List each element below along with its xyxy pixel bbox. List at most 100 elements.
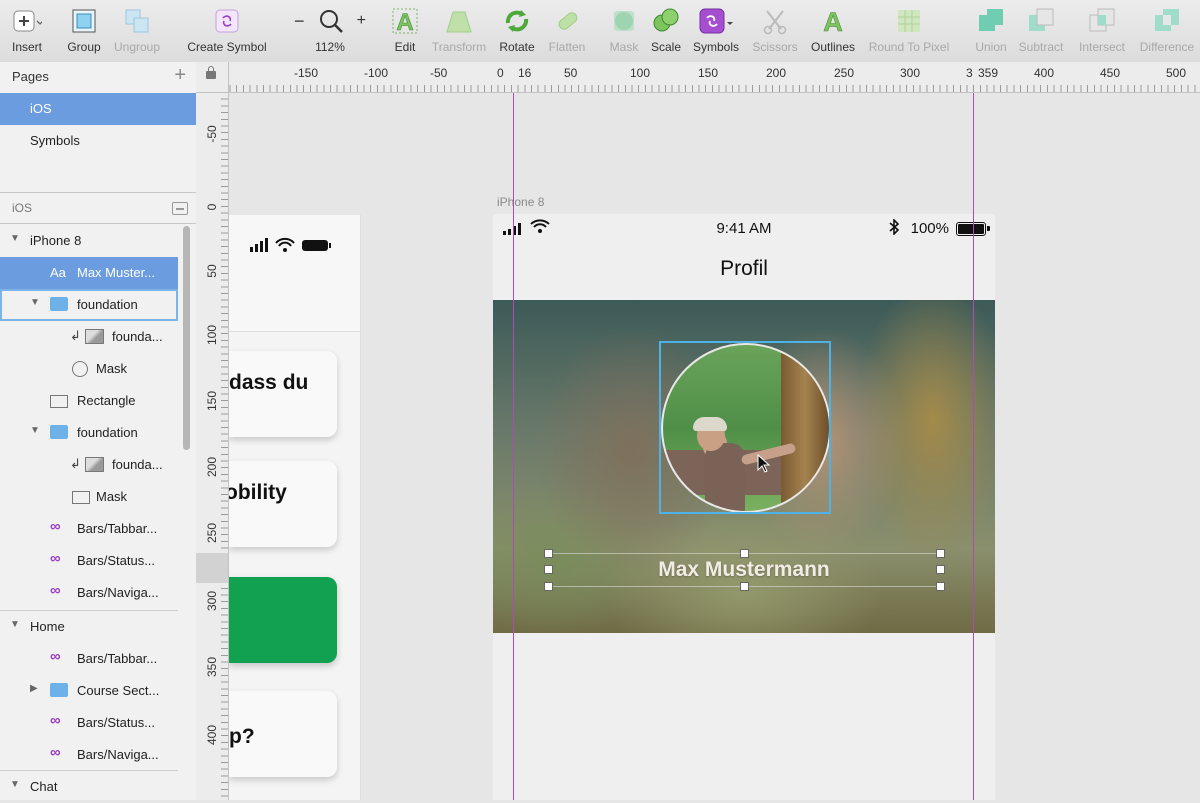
course-card[interactable]: dass du	[229, 351, 337, 437]
artboard-home-partial[interactable]: dass du obility p?	[229, 215, 361, 800]
symbol-instance-icon: ∞	[50, 550, 61, 567]
edit-button[interactable]: A Edit	[388, 6, 422, 58]
layer-artboard-home[interactable]: ▼ Home	[0, 611, 178, 643]
layer-symbol-navigation[interactable]: ∞ Bars/Naviga...	[0, 577, 178, 609]
outlines-icon: A	[806, 6, 860, 36]
ruler-corner[interactable]	[196, 62, 229, 93]
subtract-button[interactable]: Subtract	[1014, 6, 1068, 58]
layer-group-foundation[interactable]: ▼ foundation	[0, 289, 178, 321]
green-card[interactable]	[229, 577, 337, 663]
battery-cap-icon	[987, 226, 990, 231]
layer-rectangle[interactable]: Rectangle	[0, 385, 178, 417]
ruler-label: 0	[497, 66, 504, 80]
disclosure-down-icon[interactable]: ▼	[10, 233, 20, 244]
zoom-in-button[interactable]: +	[357, 12, 366, 30]
resize-handle[interactable]	[936, 582, 945, 591]
layer-group-course-section[interactable]: ▶ Course Sect...	[0, 675, 178, 707]
page-item-ios[interactable]: iOS	[0, 93, 196, 125]
artboard-title[interactable]: iPhone 8	[497, 195, 544, 209]
toolbar: Insert Group Ungroup Create Symbol − + 1…	[0, 0, 1200, 63]
mouse-pointer-icon	[757, 454, 771, 473]
vertical-ruler[interactable]: -50 0 50 100 150 200 250 300 350 400	[196, 92, 229, 800]
disclosure-down-icon[interactable]: ▼	[10, 779, 20, 790]
folder-icon	[50, 683, 68, 697]
ruler-label: 250	[205, 522, 219, 544]
disclosure-right-icon[interactable]: ▶	[30, 683, 38, 694]
union-icon	[970, 6, 1012, 36]
ungroup-icon	[110, 6, 164, 36]
layer-symbol-tabbar-home[interactable]: ∞ Bars/Tabbar...	[0, 643, 178, 675]
outlines-label: Outlines	[810, 40, 856, 54]
disclosure-down-icon[interactable]: ▼	[30, 297, 40, 308]
layer-symbol-status-home[interactable]: ∞ Bars/Status...	[0, 707, 178, 739]
scale-button[interactable]: Scale	[648, 6, 684, 58]
create-symbol-label: Create Symbol	[187, 40, 267, 54]
vertical-guide-line[interactable]	[513, 93, 514, 800]
zoom-out-button[interactable]: −	[294, 11, 305, 32]
difference-label: Difference	[1139, 40, 1195, 54]
profile-name-text[interactable]: Max Mustermann	[493, 558, 995, 582]
layer-label: Rectangle	[77, 393, 136, 408]
round-to-pixel-button[interactable]: Round To Pixel	[864, 6, 954, 58]
flatten-button[interactable]: Flatten	[544, 6, 590, 58]
lock-icon[interactable]	[206, 66, 216, 79]
edit-icon: A	[388, 6, 422, 36]
mask-button[interactable]: Mask	[604, 6, 644, 58]
layer-symbol-navigation-home[interactable]: ∞ Bars/Naviga...	[0, 739, 178, 771]
pages-title: Pages	[12, 69, 49, 84]
ruler-label: 250	[834, 66, 855, 80]
scissors-button[interactable]: Scissors	[748, 6, 802, 58]
add-page-icon[interactable]: +	[174, 65, 186, 85]
symbols-button[interactable]: Symbols	[688, 6, 744, 58]
course-card[interactable]: p?	[229, 691, 337, 777]
artboard-iphone-8[interactable]: 9:41 AM 100% Profil Max Mustermann	[493, 214, 995, 800]
resize-handle[interactable]	[544, 549, 553, 558]
page-item-symbols[interactable]: Symbols	[0, 125, 196, 157]
resize-handle[interactable]	[544, 582, 553, 591]
resize-handle[interactable]	[936, 549, 945, 558]
layer-label: Max Muster...	[77, 265, 156, 280]
layers-scrollbar[interactable]	[183, 226, 190, 450]
layers-header: iOS	[0, 193, 196, 223]
collapse-all-icon[interactable]	[172, 202, 188, 215]
layer-text-max-mustermann[interactable]: Aa Max Muster...	[0, 257, 178, 289]
layer-mask[interactable]: Mask	[0, 353, 178, 385]
layer-artboard-chat[interactable]: ▼ Chat	[0, 771, 178, 803]
canvas[interactable]: dass du obility p? iPhone 8 9:41 AM 100%	[229, 93, 1200, 800]
insert-button[interactable]: Insert	[4, 6, 50, 58]
disclosure-down-icon[interactable]: ▼	[30, 425, 40, 436]
ungroup-button[interactable]: Ungroup	[110, 6, 164, 58]
symbol-instance-icon: ∞	[50, 648, 61, 665]
layer-image-foundation[interactable]: ↲ founda...	[0, 321, 178, 353]
zoom-control[interactable]: − + 112%	[294, 6, 366, 58]
intersect-button[interactable]: Intersect	[1072, 6, 1132, 58]
union-button[interactable]: Union	[970, 6, 1012, 58]
symbols-label: Symbols	[692, 40, 739, 54]
profile-header-background[interactable]: Max Mustermann	[493, 300, 995, 633]
round-to-pixel-icon	[864, 6, 954, 36]
symbol-instance-icon: ∞	[50, 582, 61, 599]
create-symbol-button[interactable]: Create Symbol	[182, 6, 272, 58]
ruler-label: 400	[205, 724, 219, 746]
layer-mask-2[interactable]: Mask	[0, 481, 178, 513]
layer-group-foundation-2[interactable]: ▼ foundation	[0, 417, 178, 449]
outlines-button[interactable]: A Outlines	[806, 6, 860, 58]
rotate-button[interactable]: Rotate	[496, 6, 538, 58]
layer-artboard-iphone-8[interactable]: ▼ iPhone 8	[0, 225, 178, 257]
group-button[interactable]: Group	[62, 6, 106, 58]
layer-image-foundation-2[interactable]: ↲ founda...	[0, 449, 178, 481]
vertical-guide-line[interactable]	[973, 93, 974, 800]
layer-symbol-tabbar[interactable]: ∞ Bars/Tabbar...	[0, 513, 178, 545]
course-card[interactable]: obility	[229, 461, 337, 547]
mask-label: Mask	[609, 40, 639, 54]
difference-button[interactable]: Difference	[1136, 6, 1198, 58]
resize-handle[interactable]	[740, 549, 749, 558]
layer-label: Course Sect...	[77, 683, 160, 698]
layer-symbol-status[interactable]: ∞ Bars/Status...	[0, 545, 178, 577]
flatten-icon	[544, 6, 590, 36]
disclosure-down-icon[interactable]: ▼	[10, 619, 20, 630]
transform-button[interactable]: Transform	[428, 6, 490, 58]
horizontal-ruler[interactable]: -150 -100 -50 0 16 50 100 150 200 250 30…	[196, 62, 1200, 93]
ruler-label: 200	[766, 66, 787, 80]
resize-handle[interactable]	[740, 582, 749, 591]
